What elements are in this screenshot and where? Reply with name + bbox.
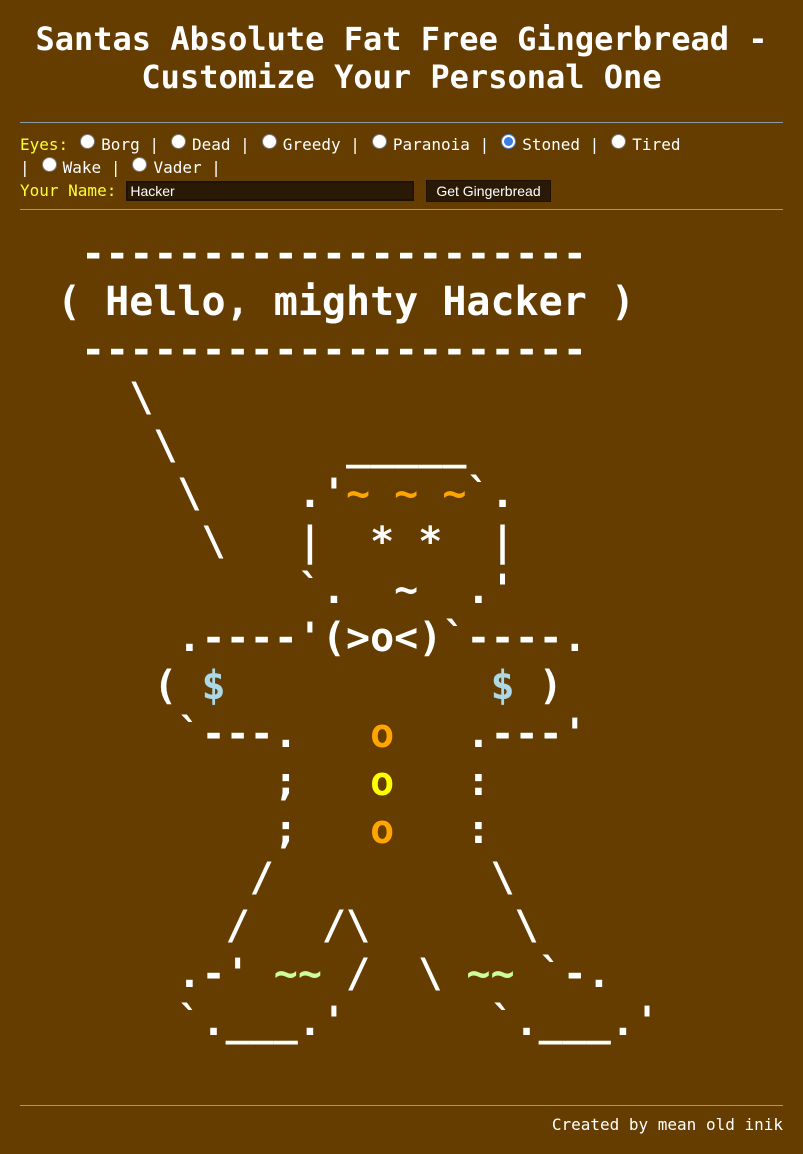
eye-radio-stoned[interactable] [501,134,517,149]
credit-text: Created by mean old inik [551,1115,783,1134]
eye-radio-vader[interactable] [132,157,148,172]
gingerbread-button-middle: o [370,759,395,805]
form-divider [20,209,783,210]
eye-radio-paranoia[interactable] [371,134,387,149]
eye-option-label: Dead [191,135,231,154]
gingerbread-button-bottom: o [370,807,395,853]
gingerbread-mouth: ~ [394,567,419,613]
eyes-row: Eyes: Borg | Dead | Greedy | Paranoia | Stone… [20,134,681,177]
eye-option-label: Stoned [522,135,581,154]
eyes-label: Eyes: [20,135,69,154]
eye-option-paranoia[interactable]: Paranoia | [360,134,489,154]
eye-option-vader[interactable]: Vader | [120,157,221,177]
eye-option-tired[interactable]: Tired [599,134,681,154]
eye-radio-borg[interactable] [80,134,96,149]
name-input[interactable] [126,180,415,201]
gingerbread-right-hand: $ [490,663,515,709]
name-label: Your Name: [20,181,117,200]
get-gingerbread-button[interactable]: Get Gingerbread [426,179,551,202]
greeting: ( Hello, mighty Hacker ) [57,279,635,325]
eye-radio-dead[interactable] [170,134,186,149]
eye-option-label: Vader [153,158,202,177]
gingerbread-ascii-art: --------------------- ( Hello, mighty Ha… [57,231,660,1045]
eye-option-borg[interactable]: Borg | [68,134,159,154]
gingerbread-nose: (>o<) [321,615,443,661]
gingerbread-hair: ~ ~ ~ [345,471,467,517]
eye-option-dead[interactable]: Dead | [159,134,250,154]
customize-form: Eyes: Borg | Dead | Greedy | Paranoia | Stone… [20,123,783,209]
eye-option-wake[interactable]: Wake | [30,157,120,177]
eye-radio-tired[interactable] [611,134,627,149]
footer: Created by mean old inik [20,1105,783,1136]
eye-option-label: Wake [62,158,102,177]
gingerbread-eyes: * * [370,519,443,565]
gingerbread-left-foot: ~~ [273,951,322,997]
name-row: Your Name: Get Gingerbread [20,179,783,202]
eye-option-stoned[interactable]: Stoned | [489,134,599,154]
page-title: Santas Absolute Fat Free Gingerbread - C… [35,20,768,96]
eye-option-label: Paranoia [392,135,470,154]
gingerbread-right-foot: ~~ [466,951,515,997]
eye-option-label: Borg [101,135,140,154]
gingerbread-button-top: o [370,711,395,757]
eye-option-greedy[interactable]: Greedy | [250,134,360,154]
greeting-name: Hacker [442,279,587,325]
eye-radio-wake[interactable] [41,157,57,172]
gingerbread-left-hand: $ [201,663,226,709]
eye-option-label: Tired [632,135,681,154]
eye-option-label: Greedy [282,135,341,154]
eye-radio-greedy[interactable] [261,134,277,149]
